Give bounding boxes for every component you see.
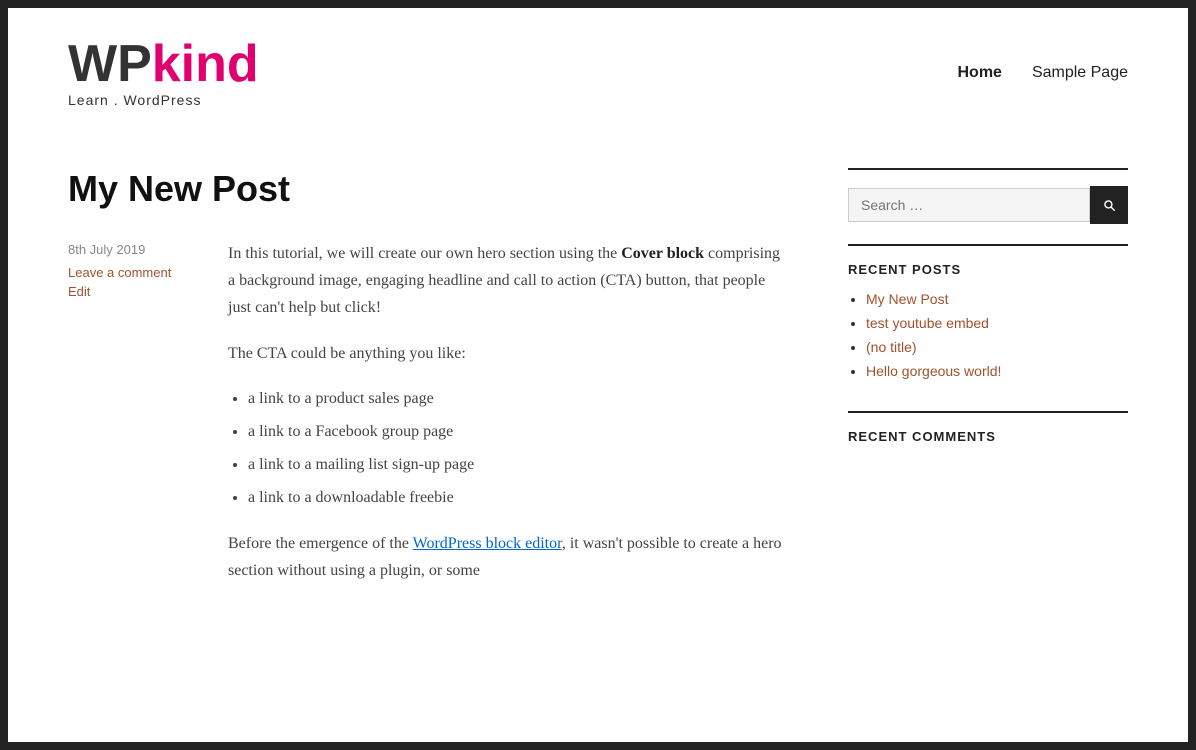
post-list: a link to a product sales page a link to… [248, 385, 788, 512]
search-button[interactable] [1090, 186, 1128, 224]
recent-posts-section: RECENT POSTS My New Post test youtube em… [848, 262, 1128, 381]
post-paragraph-1: In this tutorial, we will create our own… [228, 240, 788, 322]
recent-posts-list: My New Post test youtube embed (no title… [866, 291, 1128, 381]
list-item: a link to a product sales page [248, 385, 788, 412]
page-wrapper: WPkind Learn . WordPress Home Sample Pag… [0, 0, 1196, 750]
logo-main: WPkind [68, 38, 259, 90]
leave-comment-link[interactable]: Leave a comment [68, 265, 228, 280]
para1-prefix: In this tutorial, we will create our own… [228, 245, 621, 262]
search-input[interactable] [848, 188, 1090, 222]
search-icon [1102, 197, 1116, 213]
site-nav: Home Sample Page [957, 64, 1128, 82]
post-content: In this tutorial, we will create our own… [228, 240, 788, 602]
recent-post-link-2[interactable]: test youtube embed [866, 315, 989, 331]
sidebar: RECENT POSTS My New Post test youtube em… [848, 168, 1128, 602]
recent-post-item: Hello gorgeous world! [866, 363, 1128, 381]
nav-home[interactable]: Home [957, 64, 1001, 82]
list-item: a link to a downloadable freebie [248, 484, 788, 511]
post-paragraph-3: Before the emergence of the WordPress bl… [228, 530, 788, 584]
list-item: a link to a Facebook group page [248, 418, 788, 445]
wp-block-editor-link[interactable]: WordPress block editor [413, 535, 562, 552]
recent-comments-title: RECENT COMMENTS [848, 429, 1128, 444]
recent-post-link-4[interactable]: Hello gorgeous world! [866, 363, 1001, 379]
edit-link[interactable]: Edit [68, 284, 228, 299]
site-header: WPkind Learn . WordPress Home Sample Pag… [8, 8, 1188, 128]
recent-comments-section: RECENT COMMENTS [848, 429, 1128, 444]
nav-sample-page[interactable]: Sample Page [1032, 64, 1128, 82]
recent-post-link-1[interactable]: My New Post [866, 291, 948, 307]
post-date: 8th July 2019 [68, 242, 228, 257]
site-logo: WPkind Learn . WordPress [68, 38, 259, 108]
post-layout: 8th July 2019 Leave a comment Edit In th… [68, 240, 788, 602]
sidebar-divider-comments [848, 411, 1128, 413]
post-title: My New Post [68, 168, 788, 210]
content-area: My New Post 8th July 2019 Leave a commen… [68, 168, 848, 602]
recent-post-item: (no title) [866, 339, 1128, 357]
search-box [848, 186, 1128, 224]
recent-post-link-3[interactable]: (no title) [866, 339, 917, 355]
sidebar-divider-posts [848, 244, 1128, 246]
para1-bold: Cover block [621, 245, 704, 262]
para3-prefix: Before the emergence of the [228, 535, 413, 552]
list-item: a link to a mailing list sign-up page [248, 451, 788, 478]
logo-wp: WP [68, 35, 152, 93]
logo-tagline: Learn . WordPress [68, 92, 201, 108]
post-meta: 8th July 2019 Leave a comment Edit [68, 240, 228, 602]
recent-posts-title: RECENT POSTS [848, 262, 1128, 277]
recent-post-item: My New Post [866, 291, 1128, 309]
post-paragraph-2: The CTA could be anything you like: [228, 340, 788, 367]
site-main: My New Post 8th July 2019 Leave a commen… [8, 128, 1188, 622]
sidebar-divider-top [848, 168, 1128, 170]
logo-kind: kind [152, 35, 259, 93]
recent-post-item: test youtube embed [866, 315, 1128, 333]
